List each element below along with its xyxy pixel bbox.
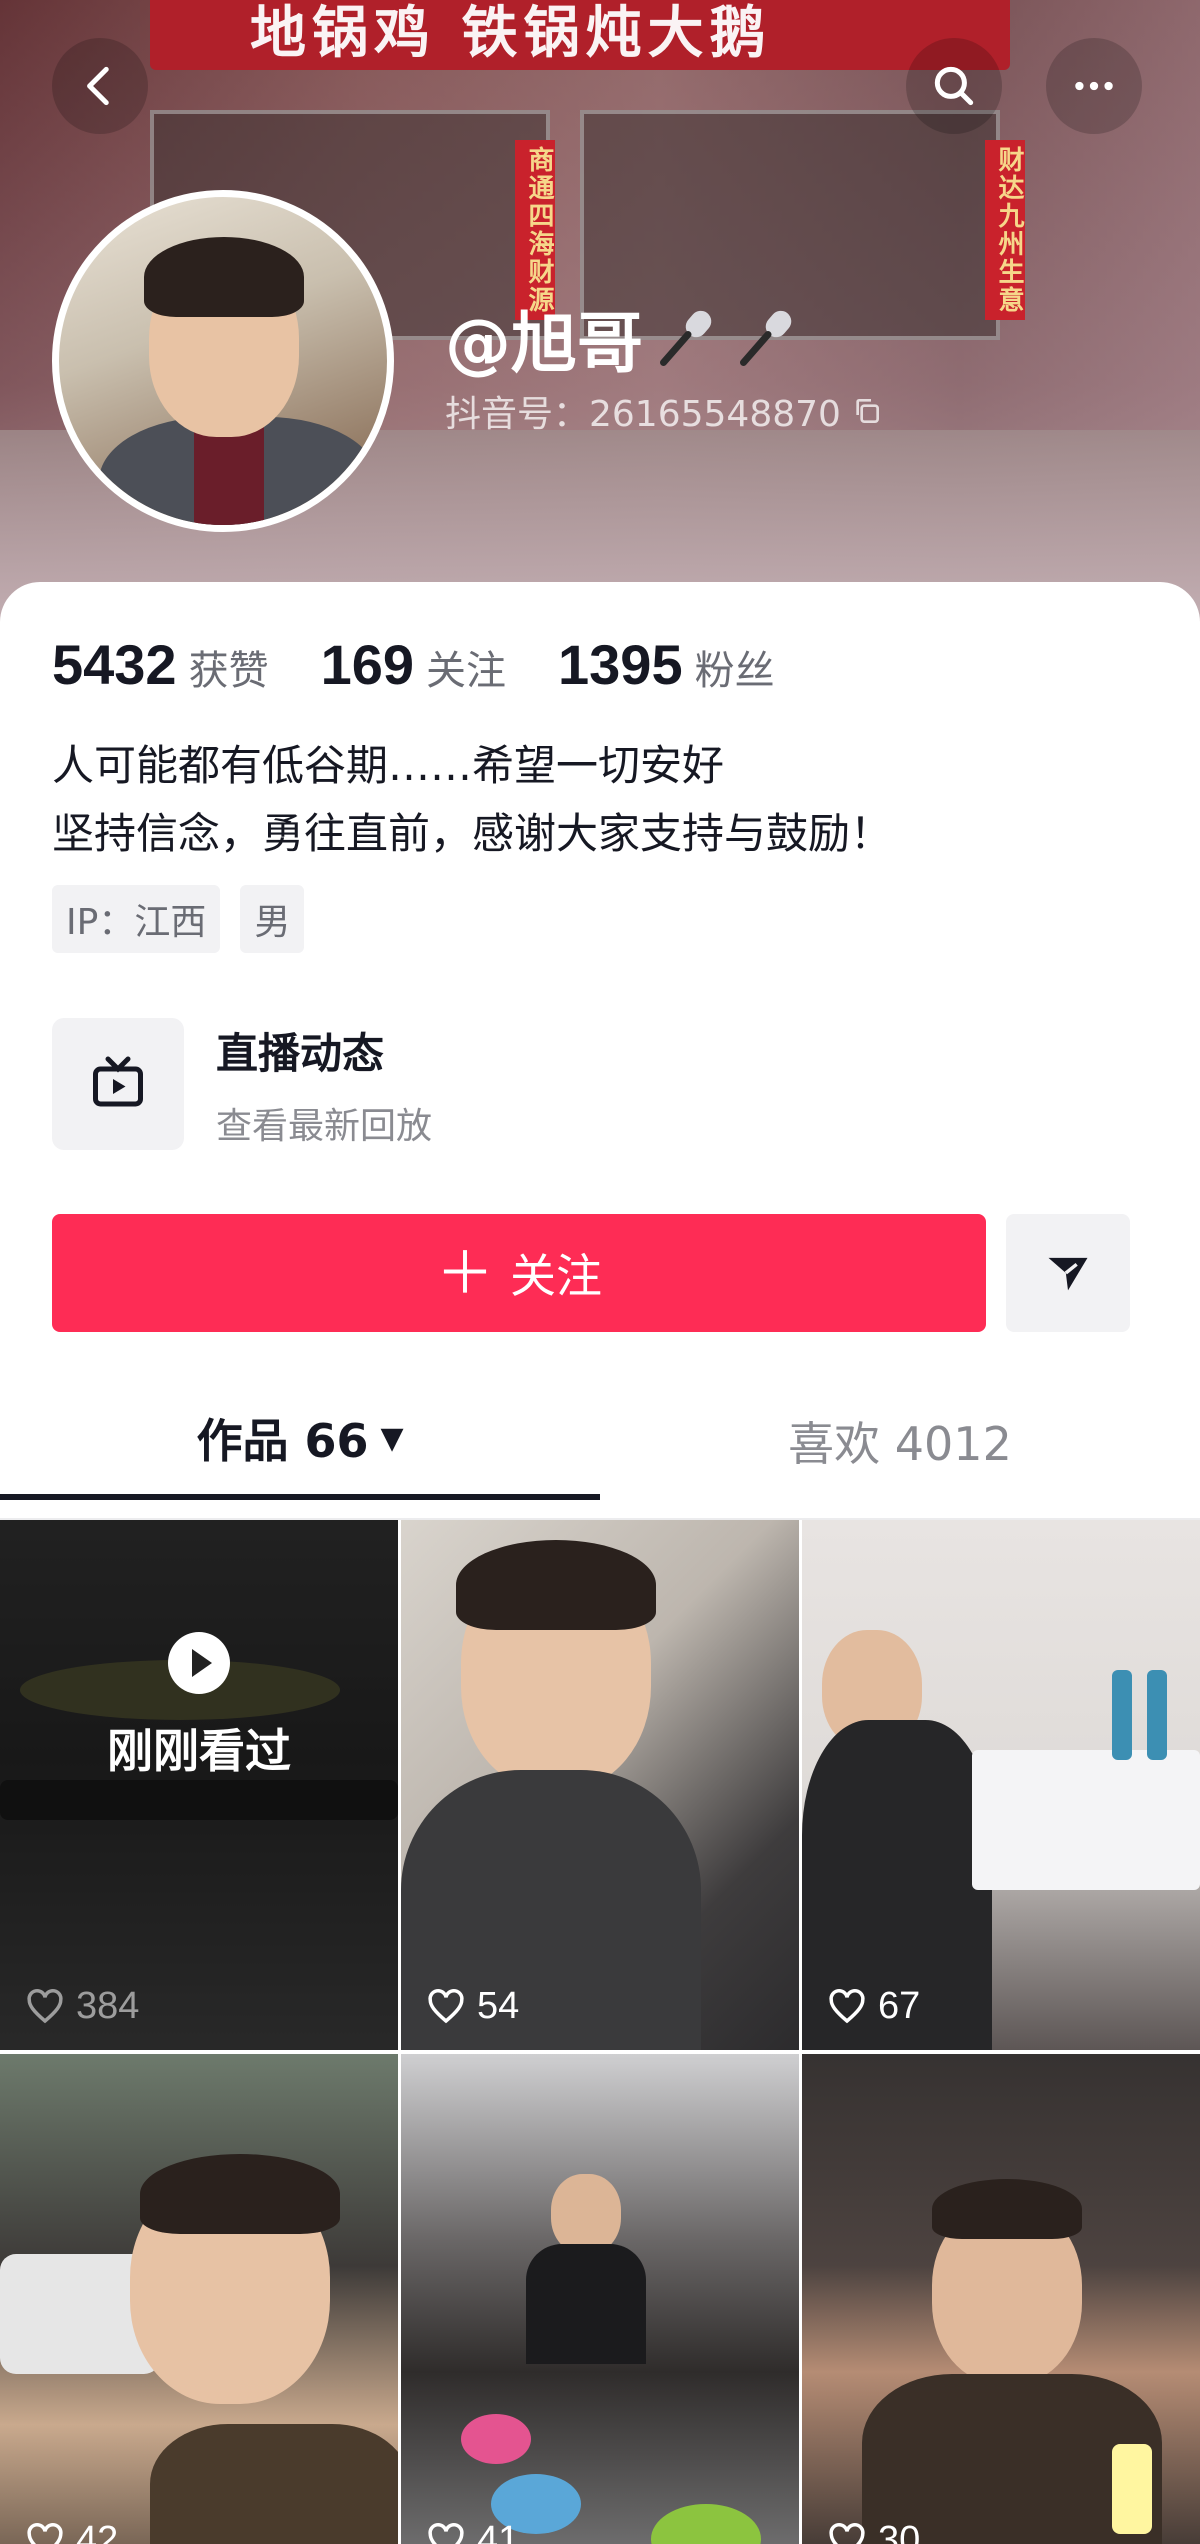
video-tile[interactable]: 刚刚看过 384 bbox=[0, 1520, 398, 2050]
live-title: 直播动态 bbox=[216, 1028, 385, 1078]
tab-works[interactable]: 作品 66 ▼ bbox=[0, 1382, 600, 1500]
microphone-icon bbox=[740, 310, 792, 366]
stats-row: 5432 获赞 169 关注 1395 粉丝 bbox=[52, 632, 775, 697]
heart-icon bbox=[428, 1988, 464, 2023]
live-icon-box bbox=[52, 1018, 184, 1150]
content-tabs: 作品 66 ▼ 喜欢 4012 bbox=[0, 1382, 1200, 1500]
search-icon bbox=[934, 66, 974, 106]
like-count: 384 bbox=[24, 1985, 139, 2028]
shop-sign-text: 地锅鸡 铁锅炖大鹅 bbox=[250, 1, 772, 66]
live-subtitle: 查看最新回放 bbox=[216, 1105, 433, 1147]
heart-icon bbox=[27, 2522, 63, 2544]
like-count: 30 bbox=[826, 2519, 920, 2544]
like-count: 42 bbox=[24, 2519, 118, 2544]
like-count: 41 bbox=[425, 2519, 519, 2544]
profile-card: 5432 获赞 169 关注 1395 粉丝 人可能都有低谷期……希望一切安好 … bbox=[0, 582, 1200, 2544]
heart-icon bbox=[27, 1988, 63, 2023]
stat-followers[interactable]: 1395 粉丝 bbox=[558, 632, 775, 697]
ip-tag: IP：江西 bbox=[52, 885, 221, 953]
plus-icon: ＋ bbox=[435, 1239, 494, 1307]
douyin-id[interactable]: 抖音号：26165548870 bbox=[445, 385, 883, 437]
back-button[interactable] bbox=[52, 38, 148, 134]
avatar[interactable] bbox=[52, 190, 394, 532]
bio-line: 坚持信念，勇往直前，感谢大家支持与鼓励！ bbox=[52, 809, 893, 858]
recently-watched-badge: 刚刚看过 bbox=[107, 1724, 291, 1778]
couplet-right: 财达九州生意 bbox=[985, 140, 1025, 320]
video-tile[interactable]: 30 bbox=[802, 2054, 1200, 2544]
tv-icon bbox=[93, 1056, 143, 1107]
like-count: 54 bbox=[425, 1985, 519, 2028]
search-button[interactable] bbox=[906, 38, 1002, 134]
play-icon bbox=[168, 1632, 230, 1694]
video-tile[interactable]: 54 bbox=[401, 1520, 799, 2050]
send-icon bbox=[1048, 1257, 1088, 1291]
bio-line: 人可能都有低谷期……希望一切安好 bbox=[52, 741, 725, 790]
heart-icon bbox=[829, 1988, 865, 2023]
video-tile[interactable]: 41 bbox=[401, 2054, 799, 2544]
like-count: 67 bbox=[826, 1985, 920, 2028]
tab-likes[interactable]: 喜欢 4012 bbox=[600, 1382, 1200, 1500]
video-tile[interactable]: 42 bbox=[0, 2054, 398, 2544]
more-button[interactable] bbox=[1046, 38, 1142, 134]
message-button[interactable] bbox=[1006, 1214, 1130, 1332]
video-grid: 刚刚看过 384 54 67 42 41 30 bbox=[0, 1520, 1200, 2544]
chevron-left-icon bbox=[87, 66, 109, 106]
caret-down-icon[interactable]: ▼ bbox=[380, 1421, 403, 1456]
bio: 人可能都有低谷期……希望一切安好 坚持信念，勇往直前，感谢大家支持与鼓励！ bbox=[52, 732, 892, 868]
microphone-icon bbox=[660, 310, 712, 366]
heart-icon bbox=[829, 2522, 865, 2544]
live-replay-entry[interactable]: 直播动态 查看最新回放 bbox=[52, 1018, 432, 1150]
stat-following[interactable]: 169 关注 bbox=[321, 632, 506, 697]
copy-icon[interactable] bbox=[851, 395, 883, 427]
username: @旭哥 bbox=[445, 290, 803, 386]
heart-icon bbox=[428, 2522, 464, 2544]
profile-tags: IP：江西 男 bbox=[52, 885, 305, 953]
stat-likes[interactable]: 5432 获赞 bbox=[52, 632, 269, 697]
more-icon bbox=[1075, 81, 1113, 91]
follow-button[interactable]: ＋ 关注 bbox=[52, 1214, 986, 1332]
gender-tag: 男 bbox=[240, 885, 305, 953]
video-tile[interactable]: 67 bbox=[802, 1520, 1200, 2050]
